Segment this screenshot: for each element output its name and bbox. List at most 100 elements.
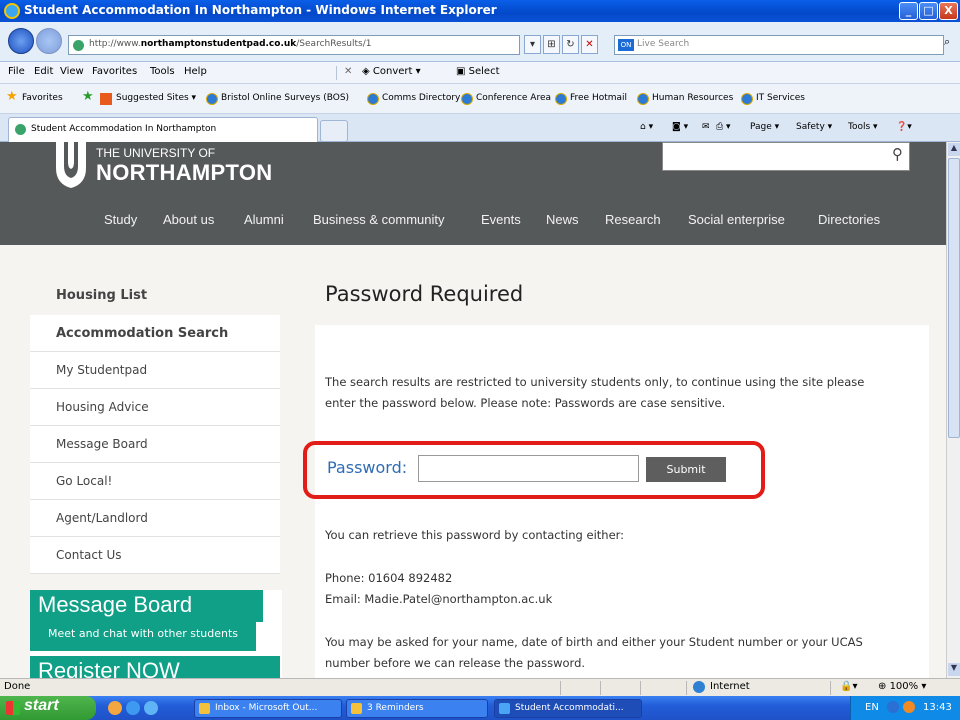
password-label: Password: — [327, 458, 408, 477]
status-divider — [686, 681, 687, 695]
intro-line-1: The search results are restricted to uni… — [325, 375, 865, 389]
favorites-button[interactable]: Favorites — [22, 93, 63, 103]
promo-register[interactable]: Register NOW — [30, 656, 280, 678]
window-title-bar: Student Accommodation In Northampton - W… — [0, 0, 960, 22]
back-button[interactable] — [8, 28, 34, 54]
feeds-icon[interactable]: ◙ ▾ — [672, 122, 688, 132]
tab-student-accommodation[interactable]: Student Accommodation In Northampton — [8, 117, 318, 142]
menu-help[interactable]: Help — [184, 66, 207, 77]
quicklaunch-outlook-icon[interactable] — [108, 701, 122, 715]
sidebar-item-accommodation-search[interactable]: Accommodation Search — [30, 315, 280, 352]
menu-bar: File Edit View Favorites Tools Help ✕ ◈ … — [0, 62, 960, 84]
menu-favorites[interactable]: Favorites — [92, 66, 137, 77]
nav-business-community[interactable]: Business & community — [313, 212, 445, 227]
submit-button[interactable]: Submit — [646, 457, 726, 482]
vertical-scrollbar[interactable]: ▲ ▼ — [946, 142, 960, 678]
mail-icon[interactable]: ✉ — [702, 122, 710, 132]
search-icon[interactable]: ⌕ — [944, 35, 960, 55]
menu-tools[interactable]: Tools — [150, 66, 175, 77]
page-menu[interactable]: Page ▾ — [750, 122, 779, 132]
scroll-up-icon[interactable]: ▲ — [948, 143, 960, 156]
scroll-down-icon[interactable]: ▼ — [948, 663, 960, 676]
nav-study[interactable]: Study — [104, 212, 137, 227]
forward-button[interactable] — [36, 28, 62, 54]
stop-icon[interactable]: ✕ — [581, 35, 598, 54]
message-board-promo: Message Board Meet and chat with other s… — [30, 590, 282, 678]
add-favorite-icon[interactable]: ★ — [82, 89, 94, 104]
language-indicator[interactable]: EN — [865, 702, 879, 713]
top-navigation: Study About us Alumni Business & communi… — [0, 212, 946, 234]
task-student-accommodation[interactable]: Student Accommodati... — [494, 699, 642, 718]
favorites-link-comms[interactable]: Comms Directory — [382, 93, 460, 103]
nav-news[interactable]: News — [546, 212, 579, 227]
ie-page-icon — [637, 93, 649, 105]
close-toolbar-icon[interactable]: ✕ — [344, 66, 352, 77]
favorites-link-suggested-sites[interactable]: Suggested Sites ▾ — [116, 93, 196, 103]
search-icon[interactable]: ⚲ — [892, 145, 903, 163]
menu-file[interactable]: File — [8, 66, 25, 77]
sidebar-item-my-studentpad[interactable]: My Studentpad — [30, 352, 280, 389]
menu-view[interactable]: View — [60, 66, 84, 77]
outlook-icon — [199, 703, 210, 714]
tray-app-icon[interactable] — [903, 701, 915, 713]
site-search-input[interactable]: ⚲ — [662, 142, 910, 171]
minimize-button[interactable]: _ — [899, 2, 918, 20]
email-text[interactable]: Email: Madie.Patel@northampton.ac.uk — [325, 589, 552, 610]
quicklaunch-desktop-icon[interactable] — [144, 701, 158, 715]
favorites-bar: ★ Favorites ★ Suggested Sites ▾ Bristol … — [0, 84, 960, 114]
refresh-icon[interactable]: ↻ — [562, 35, 579, 54]
sidebar-item-agent-landlord[interactable]: Agent/Landlord — [30, 500, 280, 537]
sidebar-heading[interactable]: Housing List — [30, 282, 280, 315]
favorites-link-bos[interactable]: Bristol Online Surveys (BOS) — [221, 93, 349, 103]
note-line-1: You may be asked for your name, date of … — [325, 635, 863, 649]
promo-subtitle[interactable]: Meet and chat with other students — [30, 622, 256, 651]
compat-view-icon[interactable]: ⊞ — [543, 35, 560, 54]
suggested-sites-icon — [100, 93, 112, 105]
separator — [336, 66, 337, 80]
dropdown-arrow-icon[interactable]: ▾ — [524, 35, 541, 54]
sidebar-item-message-board[interactable]: Message Board — [30, 426, 280, 463]
favorites-link-hr[interactable]: Human Resources — [652, 93, 733, 103]
nav-research[interactable]: Research — [605, 212, 661, 227]
address-input[interactable]: http://www.northamptonstudentpad.co.uk/S… — [68, 35, 520, 55]
sidebar-item-contact-us[interactable]: Contact Us — [30, 537, 280, 574]
maximize-button[interactable]: □ — [919, 2, 938, 20]
zoom-control[interactable]: ⊕ 100% ▾ — [878, 681, 926, 692]
convert-button[interactable]: ◈ Convert ▾ — [362, 66, 421, 77]
status-divider — [560, 681, 561, 695]
windows-flag-icon — [6, 701, 20, 715]
menu-edit[interactable]: Edit — [34, 66, 53, 77]
safety-menu[interactable]: Safety ▾ — [796, 122, 832, 132]
task-outlook-inbox[interactable]: Inbox - Microsoft Out... — [194, 699, 342, 718]
site-favicon-icon — [15, 124, 26, 135]
select-button[interactable]: ▣ Select — [456, 66, 500, 77]
live-search-input[interactable]: ON Live Search — [614, 35, 944, 55]
close-button[interactable]: X — [939, 2, 958, 20]
new-tab-button[interactable] — [320, 120, 348, 142]
tab-bar: Student Accommodation In Northampton ⌂ ▾… — [0, 114, 960, 142]
nav-alumni[interactable]: Alumni — [244, 212, 284, 227]
nav-about-us[interactable]: About us — [163, 212, 214, 227]
task-reminders[interactable]: 3 Reminders — [346, 699, 488, 718]
favorites-link-it[interactable]: IT Services — [756, 93, 805, 103]
scroll-thumb[interactable] — [948, 158, 960, 438]
protected-mode-icon[interactable]: 🔒▾ — [840, 681, 857, 692]
quicklaunch-ie-icon[interactable] — [126, 701, 140, 715]
promo-title[interactable]: Message Board — [30, 590, 263, 622]
tools-menu[interactable]: Tools ▾ — [848, 122, 878, 132]
nav-social-enterprise[interactable]: Social enterprise — [688, 212, 785, 227]
sidebar-item-housing-advice[interactable]: Housing Advice — [30, 389, 280, 426]
ie-page-icon — [555, 93, 567, 105]
tray-network-icon[interactable] — [887, 701, 899, 713]
home-icon[interactable]: ⌂ ▾ — [640, 122, 653, 132]
nav-events[interactable]: Events — [481, 212, 521, 227]
nav-directories[interactable]: Directories — [818, 212, 880, 227]
sidebar-item-go-local[interactable]: Go Local! — [30, 463, 280, 500]
start-button[interactable]: start — [0, 696, 96, 720]
help-icon[interactable]: ❓▾ — [896, 122, 912, 132]
favorites-link-conference[interactable]: Conference Area — [476, 93, 551, 103]
favorites-link-hotmail[interactable]: Free Hotmail — [570, 93, 627, 103]
window-title: Student Accommodation In Northampton - W… — [24, 3, 497, 17]
print-icon[interactable]: ⎙ ▾ — [716, 122, 731, 132]
password-input[interactable] — [418, 455, 639, 482]
